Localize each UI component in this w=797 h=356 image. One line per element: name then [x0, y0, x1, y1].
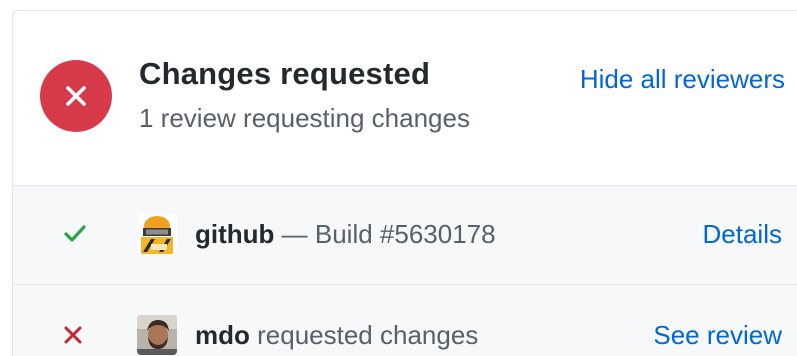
bot-avatar — [137, 214, 177, 254]
changes-requested-badge — [40, 60, 112, 132]
merge-status-header: Changes requested 1 review requesting ch… — [13, 11, 797, 186]
user-avatar — [137, 315, 177, 355]
x-icon — [63, 325, 83, 345]
status-title: Changes requested — [139, 56, 431, 91]
review-row-mdo: mdo requested changes See review — [13, 285, 797, 356]
merge-status-panel: Changes requested 1 review requesting ch… — [12, 10, 797, 356]
check-icon — [63, 223, 87, 243]
review-description: github — Build #5630178 — [195, 219, 496, 250]
see-review-link[interactable]: See review — [653, 320, 782, 351]
status-subtitle: 1 review requesting changes — [139, 103, 470, 133]
x-icon — [66, 86, 86, 106]
reviewer-name[interactable]: mdo — [195, 320, 250, 350]
hide-all-reviewers-link[interactable]: Hide all reviewers — [580, 64, 785, 95]
build-number: — Build #5630178 — [274, 219, 496, 249]
review-description: mdo requested changes — [195, 320, 478, 351]
review-state: requested changes — [249, 320, 479, 350]
details-link[interactable]: Details — [703, 219, 782, 250]
review-row-github: github — Build #5630178 Details — [13, 186, 797, 285]
reviewer-name[interactable]: github — [195, 219, 274, 249]
